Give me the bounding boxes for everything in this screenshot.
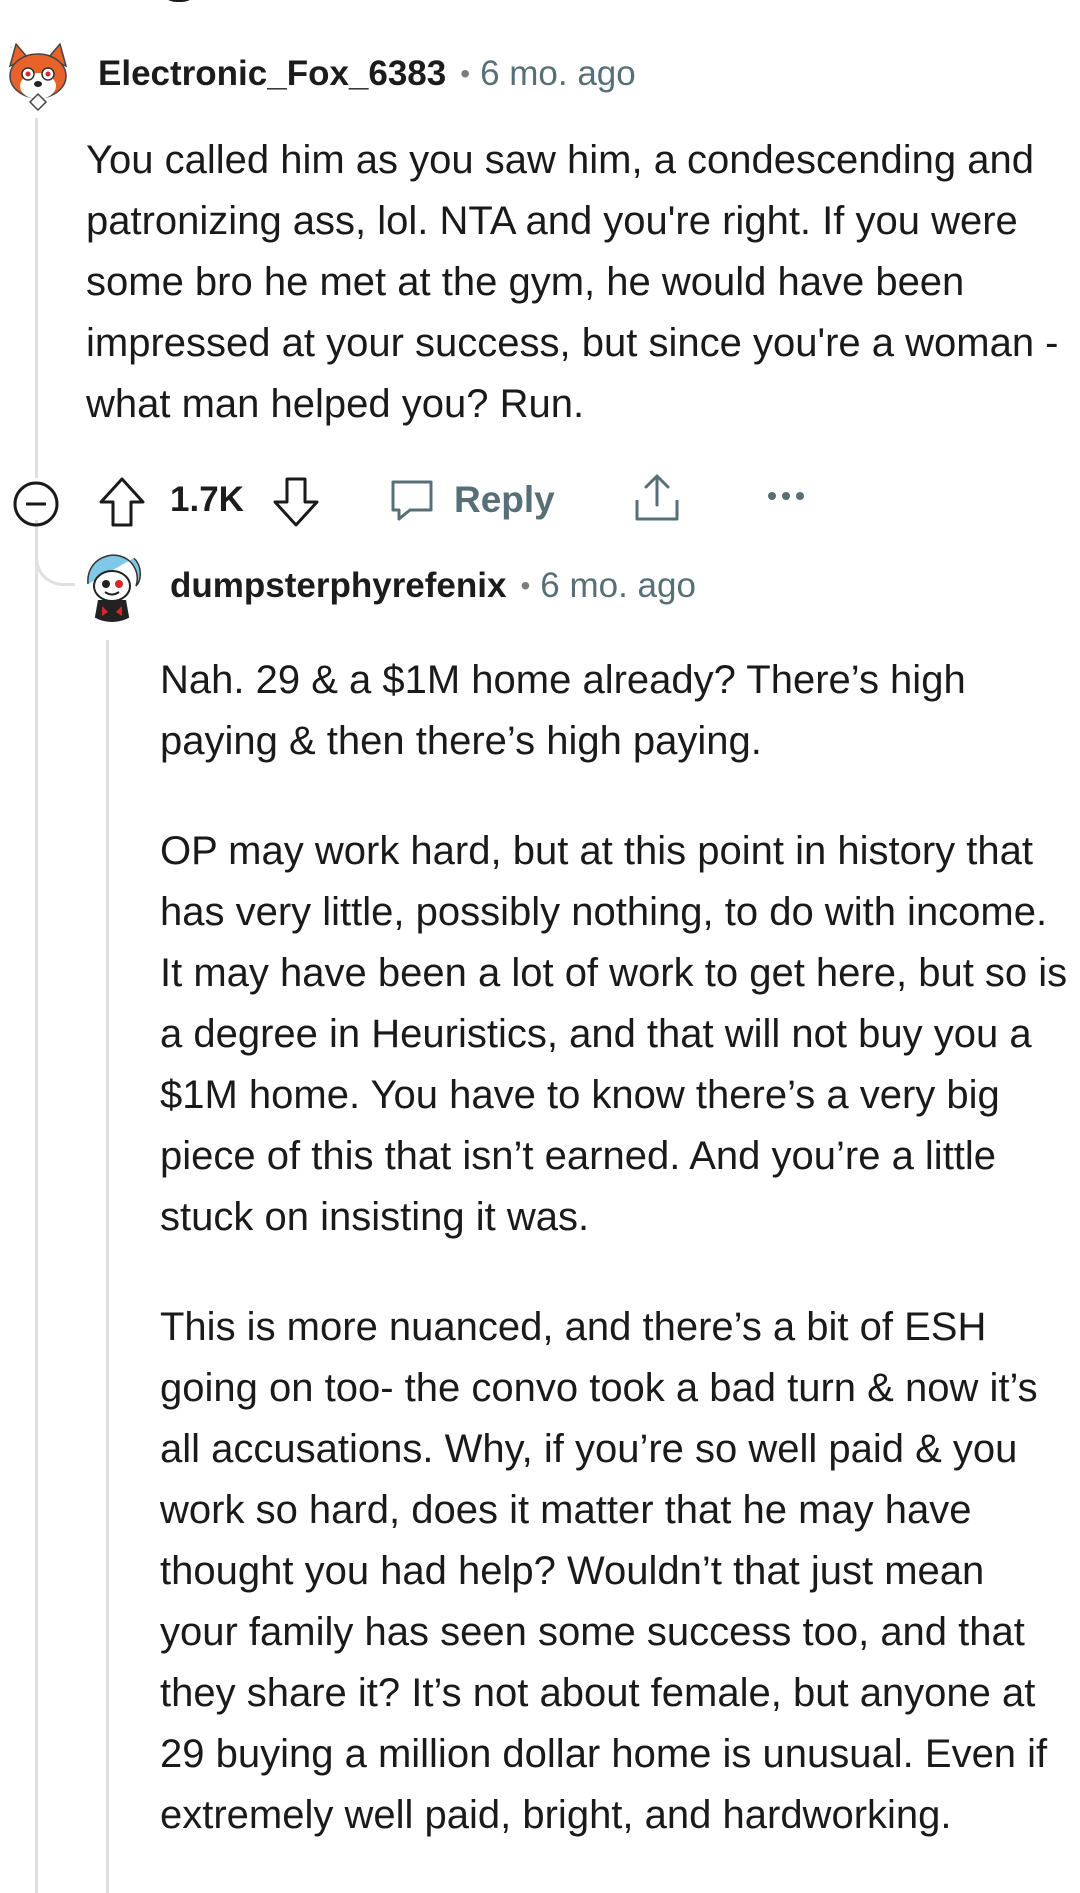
comment-timestamp: 6 mo. ago xyxy=(480,54,636,93)
more-dots-icon[interactable] xyxy=(766,486,806,506)
reply-label: Reply xyxy=(454,479,555,520)
comment-action-bar: 1.7K Reply xyxy=(0,464,1080,534)
meta-separator: • xyxy=(520,570,531,601)
comment-body: You called him as you saw him, a condesc… xyxy=(86,130,1066,435)
reply-button[interactable]: Reply xyxy=(388,474,555,526)
upvote-arrow-icon[interactable] xyxy=(98,476,146,528)
speech-bubble-icon xyxy=(388,478,436,522)
comment-paragraph: OP may work hard, but at this point in h… xyxy=(160,829,1068,1239)
comment-header: Electronic_Fox_6383 • 6 mo. ago xyxy=(0,32,636,116)
thread-line[interactable] xyxy=(35,520,38,1893)
snoo-avatar-icon[interactable] xyxy=(76,550,148,622)
fox-avatar-icon[interactable] xyxy=(0,36,76,112)
reply-thread-line[interactable] xyxy=(106,640,109,1893)
downvote-arrow-icon[interactable] xyxy=(272,476,320,528)
collapse-circle-minus-icon[interactable] xyxy=(12,480,60,528)
previous-content-fragment xyxy=(160,0,198,2)
reply-comment-body: Nah. 29 & a $1M home already? There’s hi… xyxy=(160,650,1070,1846)
comment-timestamp: 6 mo. ago xyxy=(540,566,696,605)
reply-comment-header: dumpsterphyrefenix • 6 mo. ago xyxy=(76,546,696,626)
comment-author[interactable]: Electronic_Fox_6383 xyxy=(98,54,446,94)
comment-paragraph: Nah. 29 & a $1M home already? There’s hi… xyxy=(160,658,966,763)
comment-paragraph: This is more nuanced, and there’s a bit … xyxy=(160,1305,1048,1837)
meta-separator: • xyxy=(460,58,471,89)
thread-line[interactable] xyxy=(35,118,38,478)
vote-score: 1.7K xyxy=(170,480,244,519)
comment-author[interactable]: dumpsterphyrefenix xyxy=(170,566,506,606)
share-upload-icon[interactable] xyxy=(632,472,682,524)
comment-paragraph: You called him as you saw him, a condesc… xyxy=(86,138,1059,426)
